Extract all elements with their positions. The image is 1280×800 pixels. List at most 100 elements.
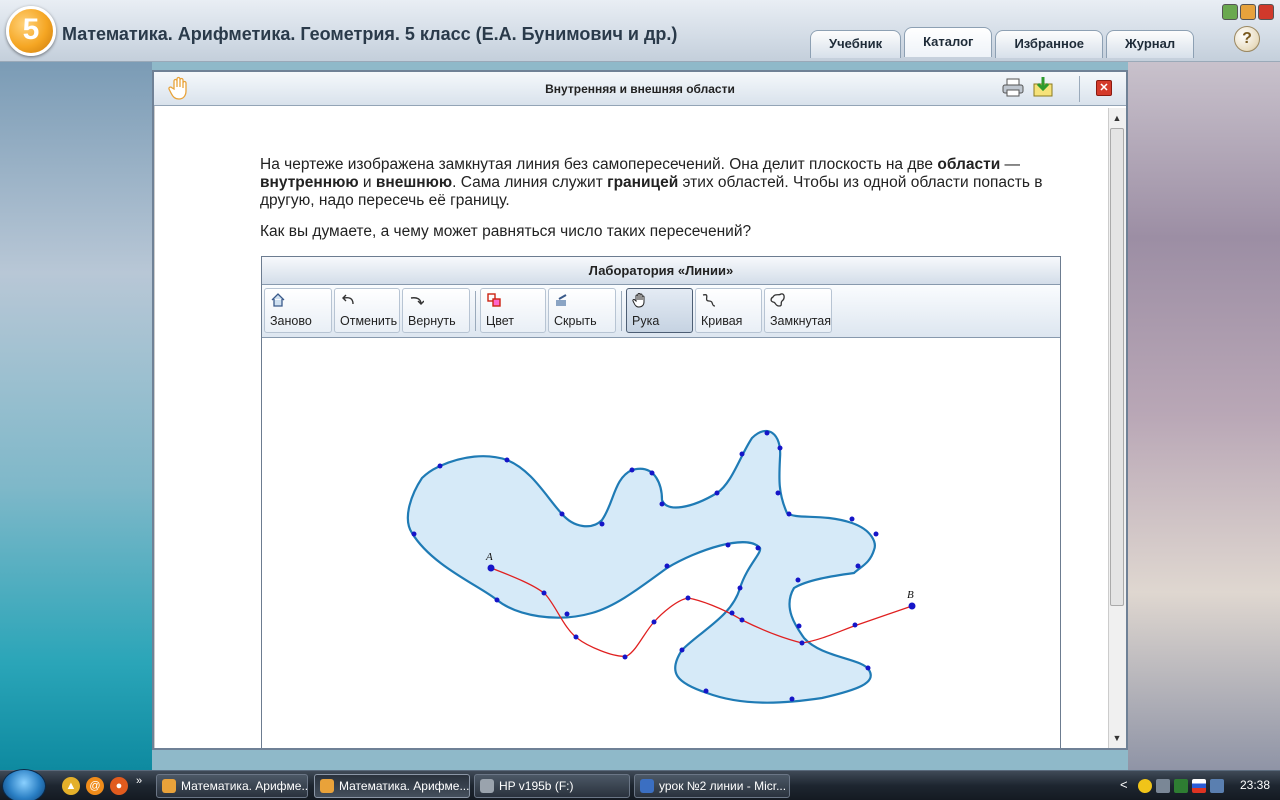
print-icon[interactable] [1002,78,1024,98]
quicklaunch-firefox-icon[interactable]: ● [110,777,128,795]
text-span: На чертеже изображена замкнутая линия бе… [260,156,938,173]
app-icon [320,779,334,793]
tool-closed-curve-button[interactable]: Замкнутая [764,288,832,333]
language-icon[interactable] [1192,779,1206,793]
taskbar-button[interactable]: Математика. Арифме... [314,774,470,798]
content-window: Внутренняя и внешняя области ✕ На чертеж… [152,70,1128,750]
tool-label: Кривая [701,314,743,328]
minimize-button[interactable] [1222,4,1238,20]
volume-icon[interactable] [1210,779,1224,793]
close-icon[interactable]: ✕ [1096,80,1112,96]
save-icon[interactable] [1032,76,1054,98]
point-b-label: B [907,589,914,601]
scrollbar-thumb[interactable] [1110,128,1124,606]
taskbar-button-label: Математика. Арифме... [339,779,470,793]
hand-icon [632,292,650,310]
system-tray: < 23:38 [1120,771,1280,800]
lab-canvas[interactable]: A B [262,338,1060,748]
app-icon [162,779,176,793]
tool-reset-button[interactable]: Заново [264,288,332,333]
paragraph-1: На чертеже изображена замкнутая линия бе… [260,156,1060,210]
lab-panel: Лаборатория «Линии» Заново Отменить Верн… [261,256,1061,748]
app-title-bar: 5 Математика. Арифметика. Геометрия. 5 к… [0,0,1280,62]
tool-hand-button[interactable]: Рука [626,288,693,333]
lab-toolbar: Заново Отменить Вернуть Цвет Скрыть Рука… [262,285,1060,338]
quicklaunch-app-icon[interactable]: ▲ [62,777,80,795]
scroll-area: На чертеже изображена замкнутая линия бе… [154,106,1108,748]
redo-icon [408,292,426,310]
background-decor-left [0,60,152,770]
tab-catalog[interactable]: Каталог [904,27,993,57]
tool-label: Замкнутая [770,314,832,328]
closed-curve-icon [770,292,788,310]
grade-badge: 5 [6,6,56,56]
tool-undo-button[interactable]: Отменить [334,288,400,333]
vertical-scrollbar[interactable]: ▲ ▼ [1108,108,1126,748]
signal-icon[interactable] [1156,779,1170,793]
content-header: Внутренняя и внешняя области ✕ [154,72,1126,106]
closed-curve[interactable] [406,429,876,704]
taskbar: ▲ @ ● » Математика. Арифме... Математика… [0,769,1280,800]
maximize-button[interactable] [1240,4,1256,20]
help-button[interactable]: ? [1234,26,1260,52]
quicklaunch-more[interactable]: » [136,775,142,787]
home-icon [270,292,288,310]
text-span: — [1000,156,1021,173]
bold-term: границей [607,174,679,191]
window-controls [1222,4,1274,20]
paragraph-2: Как вы думаете, а чему может равняться ч… [260,223,752,240]
tool-hide-button[interactable]: Скрыть [548,288,616,333]
bold-term: внешнюю [375,174,453,191]
warning-icon[interactable] [1138,779,1152,793]
close-window-button[interactable] [1258,4,1274,20]
main-tabs: Учебник Каталог Избранное Журнал [810,27,1195,58]
taskbar-button-label: HP v195b (F:) [499,779,574,793]
scroll-up-arrow-icon[interactable]: ▲ [1109,110,1125,126]
tool-label: Заново [270,314,312,328]
tool-redo-button[interactable]: Вернуть [402,288,470,333]
text-span: и [358,174,376,191]
taskbar-button-label: Математика. Арифме... [181,779,308,793]
tab-favorites[interactable]: Избранное [995,30,1104,58]
tab-textbook[interactable]: Учебник [810,30,902,58]
drawing-area[interactable]: A B [262,338,1060,748]
battery-icon[interactable] [1174,779,1188,793]
hide-icon [554,292,572,310]
undo-icon [340,292,358,310]
taskbar-button-label: урок №2 линии - Micr... [659,779,787,793]
scroll-down-arrow-icon[interactable]: ▼ [1109,730,1125,746]
word-icon [640,779,654,793]
curve-icon [701,292,719,310]
drive-icon [480,779,494,793]
bold-term: внутреннюю [260,174,359,191]
text-span: . Сама линия служит [452,174,608,191]
clock: 23:38 [1239,778,1270,792]
tool-label: Рука [632,314,660,328]
tray-expand-icon[interactable]: < [1120,777,1128,792]
lab-title: Лаборатория «Линии» [262,257,1060,285]
start-button[interactable] [2,769,46,800]
toolbar-separator [621,291,622,331]
tool-label: Отменить [340,314,398,328]
point-b[interactable] [908,602,916,610]
tool-label: Вернуть [408,314,456,328]
point-a[interactable] [487,564,495,572]
background-decor-right [1128,60,1280,770]
content-title: Внутренняя и внешняя области [545,82,735,96]
tool-color-button[interactable]: Цвет [480,288,546,333]
taskbar-button[interactable]: урок №2 линии - Micr... [634,774,790,798]
taskbar-button[interactable]: Математика. Арифме... [156,774,308,798]
quicklaunch-mail-icon[interactable]: @ [86,777,104,795]
app-title: Математика. Арифметика. Геометрия. 5 кла… [62,24,678,44]
header-separator [1079,76,1080,102]
tool-curve-button[interactable]: Кривая [695,288,762,333]
tab-journal[interactable]: Журнал [1106,30,1195,58]
tool-label: Скрыть [554,314,597,328]
tool-label: Цвет [486,314,515,328]
bold-term: области [937,156,1001,173]
taskbar-button[interactable]: HP v195b (F:) [474,774,630,798]
quick-launch: ▲ @ ● [62,777,128,795]
toolbar-separator [475,291,476,331]
color-icon [486,292,504,310]
lesson-text: На чертеже изображена замкнутая линия бе… [260,156,1060,254]
